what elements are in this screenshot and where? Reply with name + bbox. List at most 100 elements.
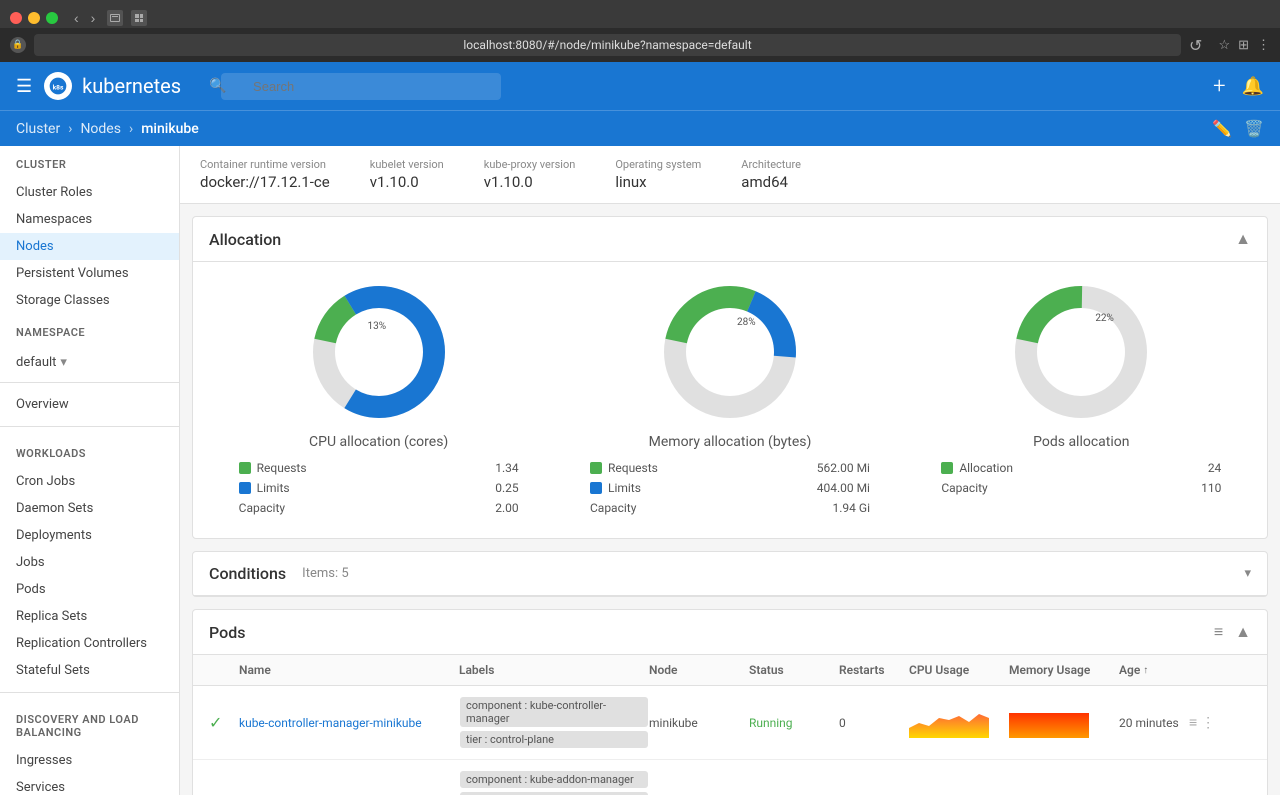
col-age: Age ↑ (1119, 663, 1189, 677)
refresh-icon[interactable]: ↺ (1189, 36, 1202, 55)
sidebar-item-daemon-sets[interactable]: Daemon Sets (0, 495, 179, 522)
pods-chart-item: 22% Pods allocation Allocation 24 Capaci… (916, 282, 1247, 518)
divider-3 (0, 692, 179, 693)
breadcrumb-nodes[interactable]: Nodes (80, 121, 121, 137)
sidebar-item-replica-sets[interactable]: Replica Sets (0, 603, 179, 630)
row1-node: minikube (649, 716, 749, 730)
app-body: Cluster Cluster Roles Namespaces Nodes P… (0, 146, 1280, 795)
sidebar-section-discovery: Discovery and Load Balancing (0, 701, 179, 747)
sort-icon: ↑ (1143, 665, 1148, 676)
add-icon[interactable]: + (1213, 74, 1225, 99)
edit-icon[interactable]: ✏️ (1212, 119, 1232, 138)
sidebar-item-services[interactable]: Services (0, 774, 179, 795)
cluster-section-title: Cluster (16, 158, 163, 171)
address-bar[interactable]: localhost:8080/#/node/minikube?namespace… (34, 34, 1181, 56)
sidebar-item-cluster-roles[interactable]: Cluster Roles (0, 179, 179, 206)
main-content: Container runtime version docker://17.12… (180, 146, 1280, 795)
cpu-requests-dot (239, 462, 251, 474)
sidebar-item-deployments[interactable]: Deployments (0, 522, 179, 549)
sidebar-item-jobs[interactable]: Jobs (0, 549, 179, 576)
collapse-pods-icon[interactable]: ▲ (1235, 622, 1251, 642)
sidebar-item-namespaces[interactable]: Namespaces (0, 206, 179, 233)
col-restarts: Restarts (839, 663, 909, 677)
sidebar-item-ingresses[interactable]: Ingresses (0, 747, 179, 774)
breadcrumb-current: minikube (141, 121, 199, 137)
row2-label-1: component : kube-addon-manager (460, 771, 648, 788)
search-wrap: 🔍 (201, 73, 501, 100)
hamburger-menu[interactable]: ☰ (16, 76, 44, 97)
pods-allocation-dot (941, 462, 953, 474)
arch-value: amd64 (741, 173, 801, 191)
delete-icon[interactable]: 🗑️ (1244, 119, 1264, 138)
row1-label-2: tier : control-plane (460, 731, 648, 748)
info-kube-proxy: kube-proxy version v1.10.0 (484, 158, 576, 191)
row1-cpu-sparkline (909, 708, 1009, 738)
cpu-requests-row: Requests 1.34 (239, 458, 519, 478)
namespace-select[interactable]: default ▾ (12, 351, 167, 374)
row1-memory-sparkline (1009, 708, 1119, 738)
notification-icon[interactable]: 🔔 (1242, 76, 1264, 97)
row1-more-icon[interactable]: ⋮ (1201, 715, 1215, 731)
col-cpu: CPU Usage (909, 663, 1009, 677)
sidebar-item-nodes[interactable]: Nodes (0, 233, 179, 260)
pods-legend: Allocation 24 Capacity 110 (941, 458, 1221, 498)
sidebar-section-namespace: Namespace (0, 314, 179, 347)
conditions-count: Items: 5 (302, 566, 348, 581)
extensions-icon[interactable]: ⊞ (1238, 38, 1249, 53)
info-arch: Architecture amd64 (741, 158, 801, 191)
discovery-section-title: Discovery and Load Balancing (16, 713, 163, 739)
pods-chart-title: Pods allocation (1033, 434, 1129, 450)
minimize-button[interactable] (28, 12, 40, 24)
row1-status: Running (749, 716, 839, 730)
row1-labels: component : kube-controller-manager tier… (459, 696, 649, 749)
filter-icon[interactable]: ≡ (1214, 622, 1223, 642)
url-text: localhost:8080/#/node/minikube?namespace… (463, 38, 751, 52)
row1-actions: ≡ ⋮ (1189, 714, 1219, 731)
os-label: Operating system (615, 158, 701, 171)
cpu-requests-value: 1.34 (495, 461, 518, 475)
row1-menu-icon[interactable]: ≡ (1189, 714, 1197, 731)
col-status (209, 663, 239, 677)
sidebar-item-pods[interactable]: Pods (0, 576, 179, 603)
col-name: Name (239, 663, 459, 677)
menu-dots-icon[interactable]: ⋮ (1257, 38, 1270, 53)
search-input[interactable] (221, 73, 501, 100)
maximize-button[interactable] (46, 12, 58, 24)
sidebar: Cluster Cluster Roles Namespaces Nodes P… (0, 146, 180, 795)
grid-icon (131, 10, 147, 26)
bookmark-icon[interactable]: ☆ (1218, 38, 1230, 53)
sidebar-item-persistent-volumes[interactable]: Persistent Volumes (0, 260, 179, 287)
nav-back[interactable]: ‹ (70, 8, 83, 28)
col-actions (1189, 663, 1219, 677)
browser-chrome: ‹ › (0, 0, 1280, 28)
cpu-chart-title: CPU allocation (cores) (309, 434, 448, 450)
separator-1: › (68, 121, 72, 137)
cpu-limits-row: Limits 0.25 (239, 478, 519, 498)
info-kubelet: kubelet version v1.10.0 (370, 158, 444, 191)
pods-title: Pods (209, 623, 245, 642)
table-row: ✓ kube-controller-manager-minikube compo… (193, 686, 1267, 760)
workloads-section-title: Workloads (16, 447, 163, 460)
breadcrumb-bar: Cluster › Nodes › minikube ✏️ 🗑️ (0, 110, 1280, 146)
allocation-header[interactable]: Allocation ▲ (193, 217, 1267, 262)
row1-name[interactable]: kube-controller-manager-minikube (239, 716, 459, 730)
separator-2: › (129, 121, 133, 137)
app-title: kubernetes (82, 74, 181, 98)
conditions-header[interactable]: Conditions Items: 5 ▾ (193, 552, 1267, 596)
breadcrumb-cluster[interactable]: Cluster (16, 121, 60, 137)
container-runtime-label: Container runtime version (200, 158, 330, 171)
chevron-down-icon: ▾ (60, 355, 67, 370)
pods-donut: 22% (1011, 282, 1151, 422)
memory-capacity-value: 1.94 Gi (833, 501, 870, 515)
sidebar-item-storage-classes[interactable]: Storage Classes (0, 287, 179, 314)
close-button[interactable] (10, 12, 22, 24)
sidebar-item-overview[interactable]: Overview (0, 391, 179, 418)
sidebar-item-replication-controllers[interactable]: Replication Controllers (0, 630, 179, 657)
sidebar-item-cron-jobs[interactable]: Cron Jobs (0, 468, 179, 495)
nav-forward[interactable]: › (87, 8, 100, 28)
sidebar-item-stateful-sets[interactable]: Stateful Sets (0, 657, 179, 684)
memory-chart-item: 28% 20% Memory allocation (bytes) Reques… (564, 282, 895, 518)
row1-label-1: component : kube-controller-manager (460, 697, 648, 727)
container-runtime-value: docker://17.12.1-ce (200, 173, 330, 191)
sidebar-section-workloads: Workloads (0, 435, 179, 468)
